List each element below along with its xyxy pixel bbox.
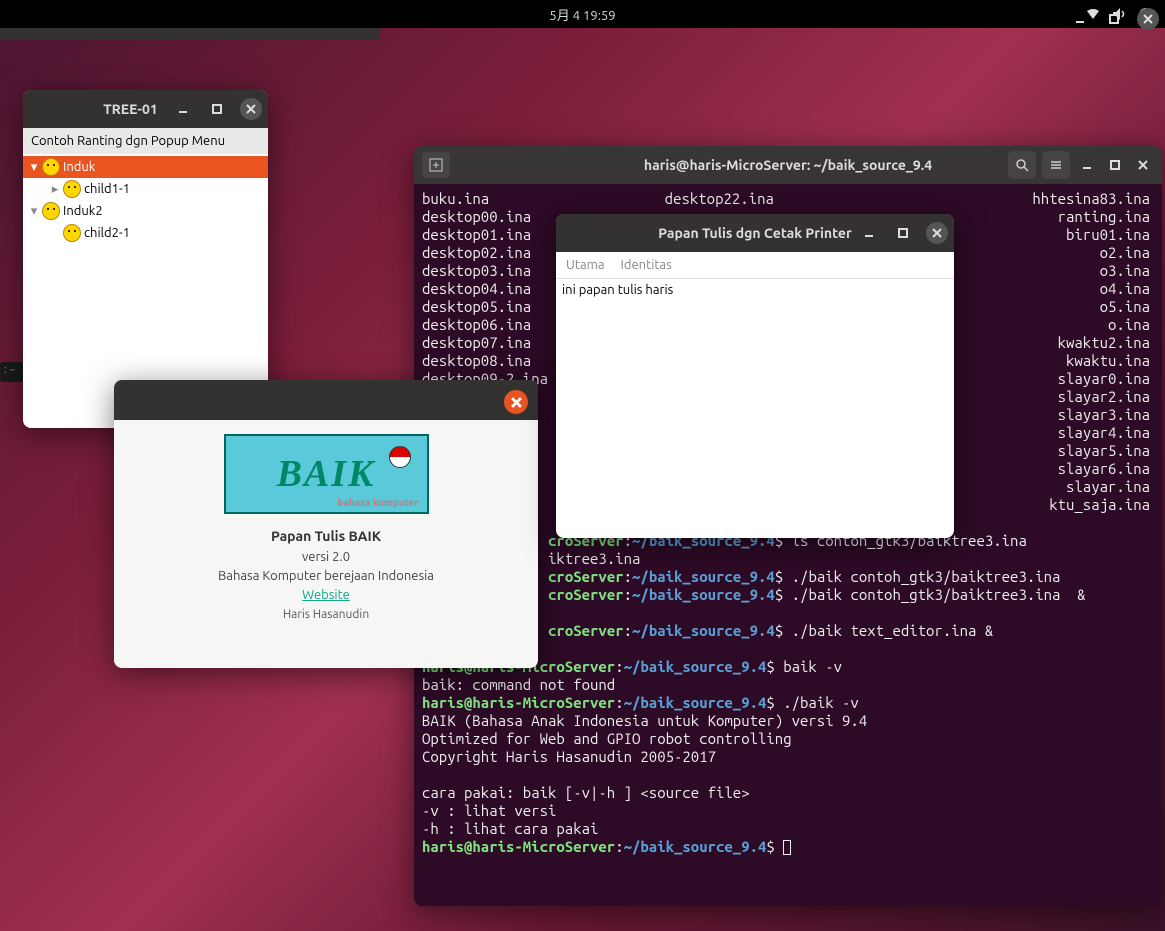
expander-icon[interactable]: ▸ [50,182,60,197]
tree-item-induk2[interactable]: ▾ Induk2 [23,200,268,222]
about-version: versi 2.0 [128,550,524,564]
about-author: Haris Hasanudin [128,608,524,621]
tree-window: TREE-01 Contoh Ranting dgn Popup Menu ▾ … [23,90,268,428]
minimize-button[interactable] [172,98,194,120]
close-button[interactable] [240,98,262,120]
close-button[interactable] [926,222,948,244]
top-panel: 5月 4 19:59 [0,0,1165,28]
logo-subtitle: bahasa komputer [337,497,418,508]
new-tab-button[interactable] [422,152,450,178]
tree-item-child2-1[interactable]: child2-1 [23,222,268,244]
minimize-button[interactable] [1076,154,1098,176]
maximize-button[interactable] [1104,154,1126,176]
tree-item-label: Induk2 [63,204,103,218]
tree-titlebar[interactable]: TREE-01 [23,90,268,128]
about-titlebar[interactable] [114,380,538,420]
maximize-button[interactable] [892,222,914,244]
face-icon [63,224,81,242]
terminal-cursor [783,840,791,855]
panel-datetime: 5月 4 19:59 [549,5,615,24]
minimize-button[interactable] [858,222,880,244]
about-dialog: BAIK bahasa komputer Papan Tulis BAIK ve… [114,380,538,668]
expander-icon[interactable]: ▾ [29,160,39,175]
app-logo: BAIK bahasa komputer [224,434,429,514]
papan-window-title: Papan Tulis dgn Cetak Printer [658,225,852,241]
about-app-name: Papan Tulis BAIK [128,528,524,544]
tree-column-header[interactable]: Contoh Ranting dgn Popup Menu [23,128,268,154]
terminal-title: haris@haris-MicroServer: ~/baik_source_9… [644,157,932,173]
face-icon [63,180,81,198]
about-description: Bahasa Komputer berejaan Indonesia [128,569,524,583]
papan-text-area[interactable]: ini papan tulis haris [556,279,954,301]
menu-utama[interactable]: Utama [566,258,605,272]
tree-item-induk[interactable]: ▾ Induk [23,156,268,178]
logo-ball-icon [389,446,411,468]
close-button[interactable] [1137,8,1159,30]
face-icon [42,158,60,176]
tree-item-label: child1-1 [84,182,130,196]
close-button[interactable] [504,390,528,414]
papan-titlebar[interactable]: Papan Tulis dgn Cetak Printer [556,214,954,252]
face-icon [42,202,60,220]
tree-item-child1-1[interactable]: ▸ child1-1 [23,178,268,200]
close-button[interactable] [1132,154,1154,176]
tree-window-title: TREE-01 [103,101,158,117]
menu-identitas[interactable]: Identitas [621,258,672,272]
expander-icon[interactable]: ▾ [29,204,39,219]
maximize-button[interactable] [206,98,228,120]
menu-button[interactable] [1042,151,1070,179]
tree-item-label: Induk [63,160,95,174]
search-button[interactable] [1008,151,1036,179]
tree-item-label: child2-1 [84,226,130,240]
minimize-button[interactable] [1069,8,1091,30]
tree-body: ▾ Induk ▸ child1-1 ▾ Induk2 child2-1 [23,154,268,246]
papan-tulis-window: Papan Tulis dgn Cetak Printer Utama Iden… [556,214,954,538]
terminal-titlebar[interactable]: haris@haris-MicroServer: ~/baik_source_9… [414,146,1162,184]
about-website-link[interactable]: Website [302,588,350,602]
papan-menubar: Utama Identitas [556,252,954,279]
maximize-button[interactable] [1103,8,1125,30]
about-content: BAIK bahasa komputer Papan Tulis BAIK ve… [114,420,538,635]
logo-text: BAIK [277,452,376,496]
